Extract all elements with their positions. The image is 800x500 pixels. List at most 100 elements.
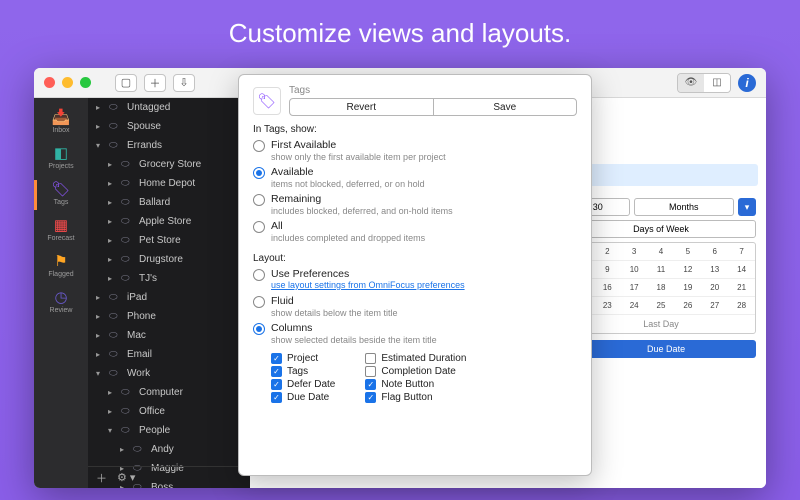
view-toggle[interactable]: 👁 ◫ — [677, 73, 731, 93]
calendar-grid[interactable]: 1234567891011121314151617181920212223242… — [566, 242, 756, 334]
show-radio[interactable]: First Availableshow only the first avail… — [253, 139, 577, 162]
zoom-icon[interactable] — [80, 77, 91, 88]
chevron-icon[interactable]: ▸ — [108, 217, 117, 226]
tag-row[interactable]: ▾⬭People — [88, 421, 250, 440]
calendar-day[interactable]: 6 — [701, 243, 728, 260]
calendar-day[interactable]: 28 — [728, 297, 755, 314]
export-button[interactable]: ⇩ — [173, 74, 195, 92]
chevron-icon[interactable]: ▸ — [96, 293, 105, 302]
calendar-day[interactable]: 12 — [674, 261, 701, 278]
tag-row[interactable]: ▸⬭Andy — [88, 440, 250, 459]
tag-row[interactable]: ▸⬭Drugstore — [88, 250, 250, 269]
layout-radio[interactable]: Columnsshow selected details beside the … — [253, 322, 577, 345]
column-checkbox[interactable]: Completion Date — [365, 366, 466, 377]
last-day-button[interactable]: Last Day — [567, 314, 755, 333]
calendar-day[interactable]: 17 — [621, 279, 648, 296]
repeat-unit-select[interactable]: Months — [634, 198, 734, 216]
tag-row[interactable]: ▾⬭Work — [88, 364, 250, 383]
chevron-icon[interactable]: ▸ — [120, 445, 129, 454]
chevron-icon[interactable]: ▸ — [108, 407, 117, 416]
calendar-day[interactable]: 20 — [701, 279, 728, 296]
inspector-icon[interactable]: ◫ — [704, 74, 730, 92]
preferences-link[interactable]: use layout settings from OmniFocus prefe… — [271, 280, 465, 290]
chevron-icon[interactable]: ▸ — [108, 160, 117, 169]
sidebar-item-review[interactable]: ◷Review — [34, 286, 88, 320]
info-icon[interactable]: i — [738, 74, 756, 92]
show-radio[interactable]: Availableitems not blocked, deferred, or… — [253, 166, 577, 189]
tag-row[interactable]: ▸⬭Spouse — [88, 117, 250, 136]
sidebar-item-forecast[interactable]: ▦Forecast — [34, 214, 88, 248]
chevron-icon[interactable]: ▸ — [108, 388, 117, 397]
calendar-day[interactable]: 26 — [674, 297, 701, 314]
chevron-icon[interactable]: ▸ — [108, 274, 117, 283]
add-button[interactable]: ＋ — [144, 74, 166, 92]
tag-row[interactable]: ▸⬭Ballard — [88, 193, 250, 212]
column-checkbox[interactable]: ✓Defer Date — [271, 379, 335, 390]
calendar-day[interactable]: 16 — [594, 279, 621, 296]
calendar-day[interactable]: 3 — [621, 243, 648, 260]
tag-row[interactable]: ▸⬭Phone — [88, 307, 250, 326]
tag-row[interactable]: ▸⬭Office — [88, 402, 250, 421]
tag-row[interactable]: ▸⬭TJ's — [88, 269, 250, 288]
show-radio[interactable]: Remainingincludes blocked, deferred, and… — [253, 193, 577, 216]
calendar-day[interactable]: 25 — [648, 297, 675, 314]
calendar-day[interactable]: 9 — [594, 261, 621, 278]
tag-actions-menu[interactable]: ⚙ ▾ — [117, 471, 135, 484]
show-radio[interactable]: Allincludes completed and dropped items — [253, 220, 577, 243]
tag-row[interactable]: ▸⬭Apple Store — [88, 212, 250, 231]
due-date-button[interactable]: Due Date — [576, 340, 756, 358]
calendar-day[interactable]: 13 — [701, 261, 728, 278]
calendar-day[interactable]: 4 — [648, 243, 675, 260]
tag-row[interactable]: ▸⬭Pet Store — [88, 231, 250, 250]
chevron-icon[interactable]: ▸ — [108, 236, 117, 245]
calendar-day[interactable]: 14 — [728, 261, 755, 278]
tag-row[interactable]: ▸⬭Untagged — [88, 98, 250, 117]
chevron-icon[interactable]: ▸ — [96, 122, 105, 131]
days-of-week-button[interactable]: Days of Week — [566, 220, 756, 238]
chevron-icon[interactable]: ▸ — [108, 255, 117, 264]
column-checkbox[interactable]: ✓Note Button — [365, 379, 466, 390]
tag-row[interactable]: ▸⬭Grocery Store — [88, 155, 250, 174]
add-tag-button[interactable]: ＋ — [96, 470, 107, 486]
tag-row[interactable]: ▸⬭Computer — [88, 383, 250, 402]
chevron-icon[interactable]: ▾ — [96, 141, 105, 150]
calendar-day[interactable]: 2 — [594, 243, 621, 260]
chevron-icon[interactable]: ▸ — [96, 350, 105, 359]
tag-row[interactable]: ▸⬭Mac — [88, 326, 250, 345]
calendar-day[interactable]: 24 — [621, 297, 648, 314]
close-icon[interactable] — [44, 77, 55, 88]
calendar-day[interactable]: 18 — [648, 279, 675, 296]
chevron-icon[interactable]: ▸ — [96, 103, 105, 112]
chevron-icon[interactable]: ▾ — [96, 369, 105, 378]
column-checkbox[interactable]: ✓Tags — [271, 366, 335, 377]
tag-row[interactable]: ▸⬭iPad — [88, 288, 250, 307]
calendar-day[interactable]: 11 — [648, 261, 675, 278]
calendar-day[interactable]: 19 — [674, 279, 701, 296]
column-checkbox[interactable]: Estimated Duration — [365, 353, 466, 364]
layout-radio[interactable]: Fluidshow details below the item title — [253, 295, 577, 318]
calendar-day[interactable]: 5 — [674, 243, 701, 260]
revert-button[interactable]: Revert — [290, 99, 433, 115]
layout-radio[interactable]: Use Preferencesuse layout settings from … — [253, 268, 577, 291]
tag-row[interactable]: ▾⬭Errands — [88, 136, 250, 155]
calendar-day[interactable]: 27 — [701, 297, 728, 314]
sidebar-item-projects[interactable]: ◧Projects — [34, 142, 88, 176]
column-checkbox[interactable]: ✓Due Date — [271, 392, 335, 403]
sidebar-item-flagged[interactable]: ⚑Flagged — [34, 250, 88, 284]
repeat-stepper[interactable]: ▾ — [738, 198, 756, 216]
eye-icon[interactable]: 👁 — [678, 74, 704, 92]
calendar-day[interactable]: 23 — [594, 297, 621, 314]
chevron-icon[interactable]: ▸ — [96, 312, 105, 321]
calendar-day[interactable]: 21 — [728, 279, 755, 296]
calendar-day[interactable]: 10 — [621, 261, 648, 278]
chevron-icon[interactable]: ▸ — [108, 198, 117, 207]
sidebar-item-tags[interactable]: 🏷Tags — [34, 178, 88, 212]
tag-row[interactable]: ▸⬭Home Depot — [88, 174, 250, 193]
save-button[interactable]: Save — [433, 99, 577, 115]
sidebar-item-inbox[interactable]: 📥Inbox — [34, 106, 88, 140]
column-checkbox[interactable]: ✓Flag Button — [365, 392, 466, 403]
chevron-icon[interactable]: ▸ — [108, 179, 117, 188]
minimize-icon[interactable] — [62, 77, 73, 88]
tag-row[interactable]: ▸⬭Email — [88, 345, 250, 364]
sidebar-toggle-icon[interactable]: ▢ — [115, 74, 137, 92]
